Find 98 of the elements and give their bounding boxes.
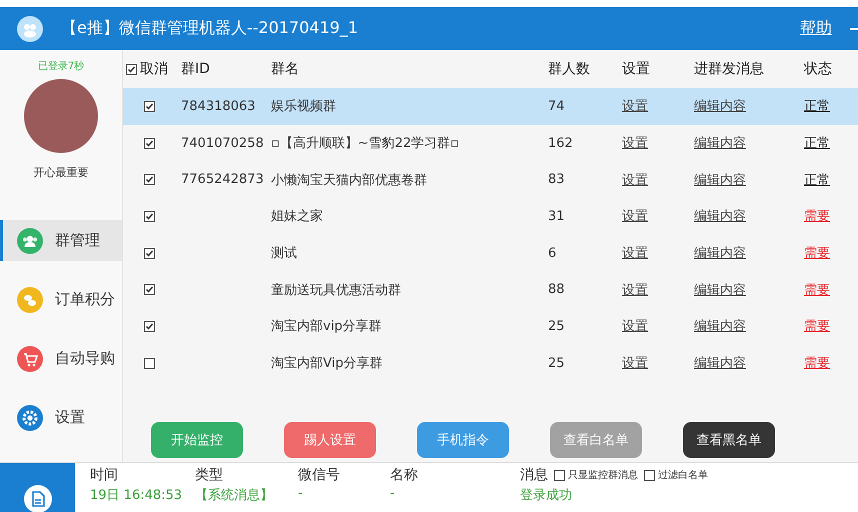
edit-content-link[interactable]: 编辑内容	[694, 282, 746, 298]
edit-content-link[interactable]: 编辑内容	[694, 209, 746, 224]
status-link[interactable]: 需要	[804, 356, 830, 372]
column-header[interactable]: 消息	[520, 466, 548, 484]
log-panel-tab[interactable]	[0, 463, 75, 512]
checkbox[interactable]	[144, 358, 154, 369]
table-row[interactable]: 测试 6 设置 编辑内容 需要	[123, 234, 858, 272]
status-link[interactable]: 需要	[804, 246, 830, 262]
settings-link[interactable]: 设置	[622, 99, 648, 114]
settings-link[interactable]: 设置	[622, 356, 648, 372]
table-cell-text: 74	[547, 98, 566, 114]
checkbox[interactable]	[144, 248, 154, 259]
column-header[interactable]: 群人数	[542, 60, 616, 78]
sidebar-item[interactable]: 订单积分	[0, 279, 122, 320]
help-link[interactable]: 帮助	[800, 18, 832, 39]
table-cell-text: 83	[547, 172, 566, 188]
table-row[interactable]: 784318063 娱乐视频群 74 设置 编辑内容 正常	[123, 88, 858, 125]
table-cell-text: 测试	[270, 245, 298, 262]
edit-content-link[interactable]: 编辑内容	[694, 356, 746, 372]
app-logo-icon	[17, 16, 43, 42]
nickname: 开心最重要	[34, 165, 88, 180]
action-button[interactable]: 查看黑名单	[683, 422, 775, 458]
filter-label: 只显监控群消息	[568, 468, 638, 482]
status-link[interactable]: 正常	[804, 136, 830, 152]
table-cell-text: 姐妹之家	[270, 208, 324, 226]
sidebar-item[interactable]: 自动导购	[0, 338, 122, 379]
checkbox[interactable]	[144, 320, 154, 332]
column-header[interactable]: 名称	[390, 466, 520, 484]
settings-icon	[17, 404, 43, 430]
column-header[interactable]: 时间	[90, 466, 195, 484]
window-title: 【e推】微信群管理机器人--20170419_1	[61, 18, 360, 39]
log-cell-text: -	[298, 486, 304, 503]
table-row[interactable]: 淘宝内部vip分享群 25 设置 编辑内容 需要	[123, 308, 858, 345]
log-cell-text: -	[390, 486, 396, 503]
table-cell-text: 娱乐视频群	[270, 98, 337, 116]
settings-link[interactable]: 设置	[622, 209, 648, 224]
login-status: 已登录7秒	[38, 60, 84, 73]
table-cell-text: 162	[547, 136, 574, 151]
column-header[interactable]: 状态	[798, 60, 858, 78]
edit-content-link[interactable]: 编辑内容	[694, 246, 746, 262]
log-cell-text: 19日 16:48:53	[90, 487, 184, 504]
edit-content-link[interactable]: 编辑内容	[694, 99, 746, 114]
cart-icon	[17, 346, 43, 372]
settings-link[interactable]: 设置	[622, 282, 648, 298]
group-icon	[17, 228, 43, 254]
table-cell-text: ▫【高升顺联】~雪豹22学习群▫	[270, 135, 460, 152]
table-cell-text: 童励送玩具优惠活动群	[270, 282, 402, 299]
settings-link[interactable]: 设置	[622, 246, 648, 262]
filter-label: 过滤白名单	[658, 468, 708, 482]
status-link[interactable]: 需要	[804, 282, 830, 298]
coins-icon	[17, 286, 43, 312]
column-header[interactable]: 群ID	[175, 60, 265, 78]
table-row[interactable]: 姐妹之家 31 设置 编辑内容 需要	[123, 198, 858, 235]
document-icon	[24, 485, 52, 512]
sidebar-item[interactable]: 设置	[0, 397, 122, 438]
column-header[interactable]: 取消	[140, 60, 168, 78]
checkbox[interactable]	[554, 470, 565, 480]
status-link[interactable]: 正常	[804, 99, 830, 114]
edit-content-link[interactable]: 编辑内容	[694, 172, 746, 188]
status-link[interactable]: 需要	[804, 319, 830, 334]
log-cell-text: 【系统消息】	[195, 487, 274, 504]
status-link[interactable]: 需要	[804, 209, 830, 224]
edit-content-link[interactable]: 编辑内容	[694, 319, 746, 334]
table-cell-text: 25	[547, 318, 566, 334]
minimize-icon[interactable]	[850, 28, 858, 30]
table-row[interactable]: 7765242873 小懒淘宝天猫内部优惠卷群 83 设置 编辑内容 正常	[123, 161, 858, 198]
table-row[interactable]: 童励送玩具优惠活动群 88 设置 编辑内容 需要	[123, 271, 858, 308]
table-cell-text: 6	[547, 246, 558, 261]
table-cell-text: 淘宝内部vip分享群	[270, 318, 383, 336]
checkbox[interactable]	[144, 100, 154, 112]
column-header[interactable]: 类型	[195, 466, 298, 484]
column-header[interactable]: 设置	[616, 60, 688, 78]
table-cell-text: 淘宝内部Vip分享群	[270, 355, 384, 372]
checkbox[interactable]	[144, 284, 154, 296]
checkbox[interactable]	[144, 138, 154, 149]
column-header[interactable]: 进群发消息	[688, 60, 798, 78]
table-row[interactable]: 7401070258 ▫【高升顺联】~雪豹22学习群▫ 162 设置 编辑内容 正常	[123, 124, 858, 162]
settings-link[interactable]: 设置	[622, 136, 648, 152]
table-cell-text: 7765242873	[180, 172, 265, 188]
column-header[interactable]: 群名	[265, 60, 542, 78]
table-cell-text: 25	[547, 356, 566, 371]
checkbox[interactable]	[144, 174, 154, 186]
table-cell-text: 小懒淘宝天猫内部优惠卷群	[270, 172, 428, 189]
settings-link[interactable]: 设置	[622, 319, 648, 334]
sidebar-item[interactable]: 群管理	[0, 220, 122, 261]
table-row[interactable]: 淘宝内部Vip分享群 25 设置 编辑内容 需要	[123, 344, 858, 382]
table-cell-text: 7401070258	[180, 136, 265, 151]
table-cell-text: 88	[547, 282, 566, 298]
log-cell-text: 登录成功	[520, 487, 573, 504]
column-header[interactable]: 微信号	[298, 466, 390, 484]
table-cell-text: 784318063	[180, 98, 256, 114]
checkbox[interactable]	[126, 64, 137, 74]
checkbox[interactable]	[144, 210, 154, 222]
table-cell-text: 31	[547, 208, 566, 224]
edit-content-link[interactable]: 编辑内容	[694, 136, 746, 152]
status-link[interactable]: 正常	[804, 172, 830, 188]
checkbox[interactable]	[644, 470, 655, 480]
settings-link[interactable]: 设置	[622, 172, 648, 188]
